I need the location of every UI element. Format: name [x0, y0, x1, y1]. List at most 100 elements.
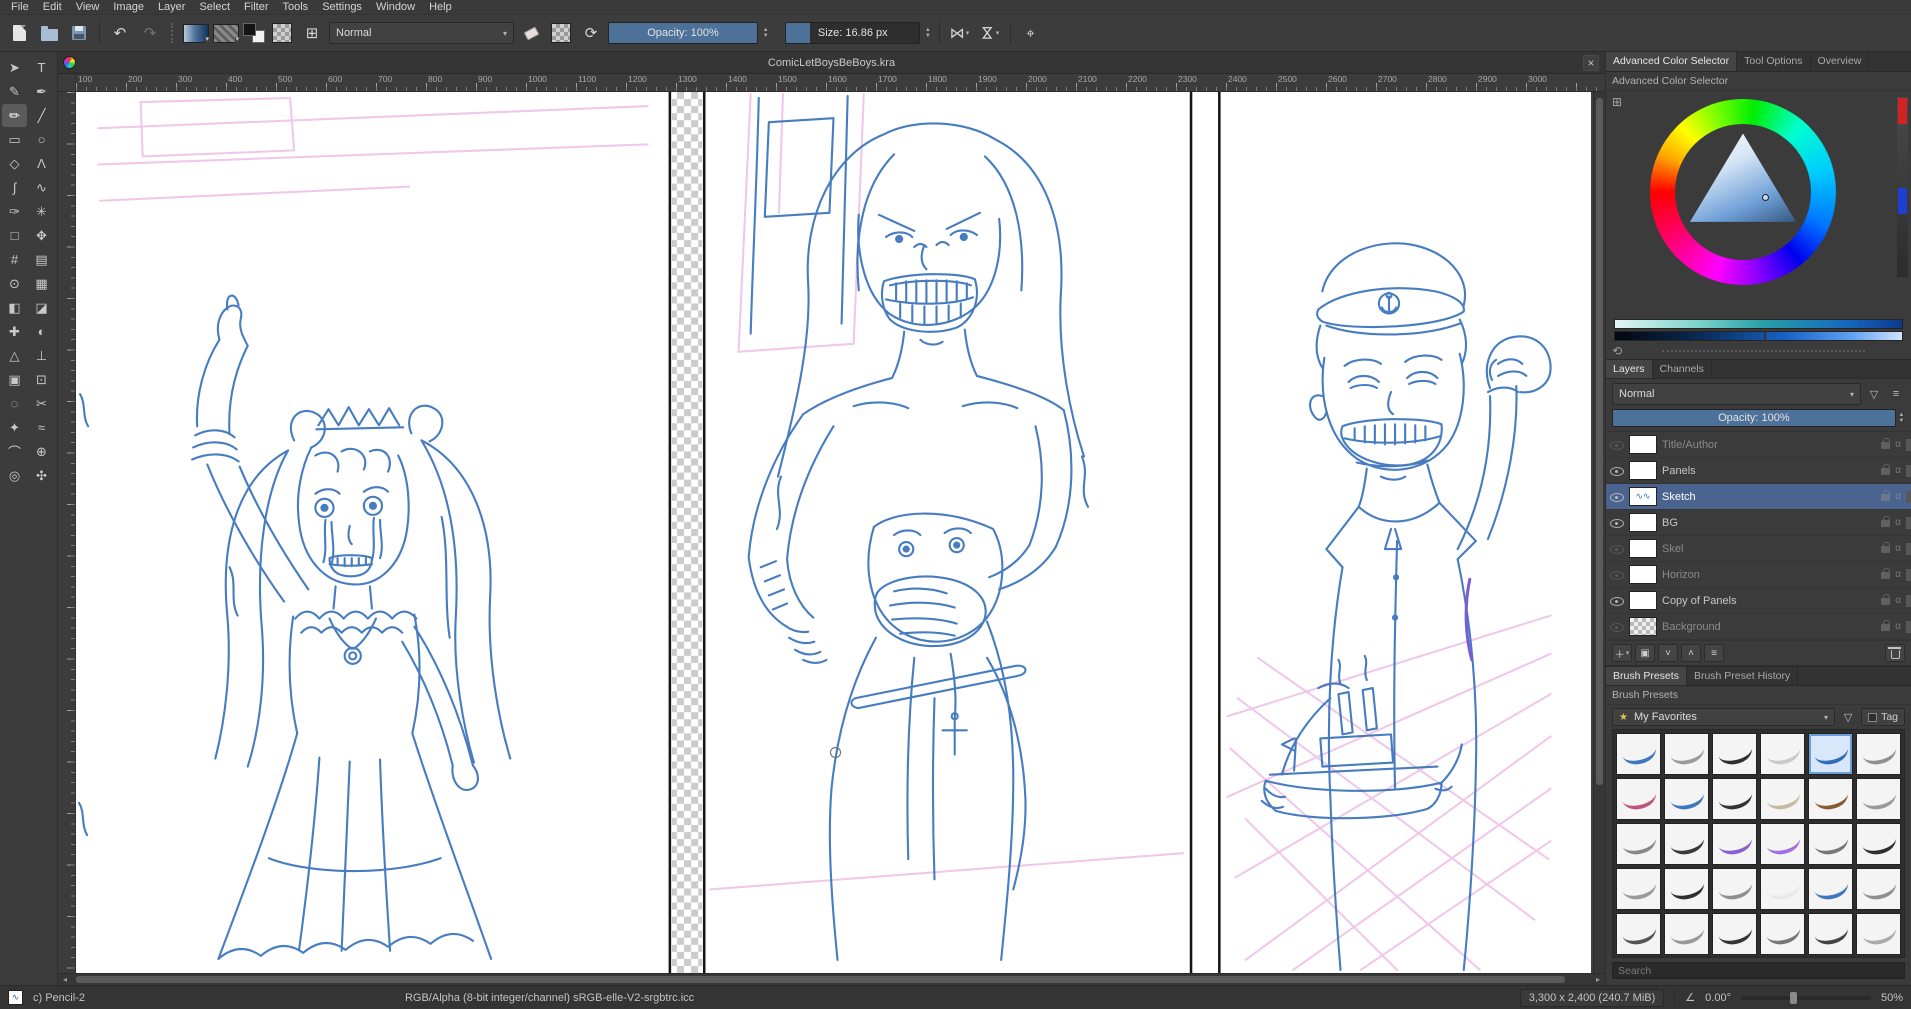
canvas-angle-value[interactable]: 0.00° — [1705, 992, 1731, 1004]
fill-tool[interactable]: ◧ — [2, 296, 27, 319]
layers-docker-tab[interactable]: Layers — [1606, 360, 1653, 378]
brush-preset-tile[interactable] — [1760, 868, 1805, 910]
vertical-scrollbar-thumb[interactable] — [1596, 98, 1603, 786]
polygon-tool[interactable]: ◇ — [2, 152, 27, 175]
spin-down-icon[interactable]: ▾ — [764, 32, 767, 40]
layer-row[interactable]: Skel α — [1606, 536, 1911, 562]
layer-options-icon[interactable]: ≡ — [1887, 385, 1905, 403]
alpha-lock-icon[interactable]: α — [1895, 517, 1901, 528]
brush-preset-tile[interactable] — [1760, 733, 1805, 775]
zoom-tool[interactable]: ◎ — [2, 464, 27, 487]
undo-button[interactable]: ↶ — [107, 20, 133, 46]
docker-tab[interactable]: Overview — [1811, 52, 1870, 71]
fg-bg-color-selector[interactable] — [243, 23, 265, 43]
brush-preset-tile[interactable] — [1712, 823, 1757, 865]
visibility-eye-icon[interactable] — [1610, 568, 1624, 581]
workspace-chooser-button[interactable]: ⊞ — [299, 20, 325, 46]
text-tool[interactable]: T — [29, 56, 54, 79]
menu-item[interactable]: Window — [369, 1, 422, 13]
layer-row[interactable]: Sketch α — [1606, 484, 1911, 510]
brush-preset-tile[interactable] — [1616, 868, 1661, 910]
tag-toggle-button[interactable]: Tag — [1861, 708, 1905, 726]
gradient-tool[interactable]: ▤ — [29, 248, 54, 271]
brush-preset-tile[interactable] — [1712, 868, 1757, 910]
color-settings-icon[interactable]: ⊞ — [1612, 95, 1622, 109]
save-document-button[interactable] — [66, 20, 92, 46]
preserve-alpha-button[interactable] — [548, 20, 574, 46]
blending-mode-dropdown[interactable]: Normal ▾ — [329, 22, 514, 44]
brush-preset-tile[interactable] — [1616, 823, 1661, 865]
color-history-column[interactable] — [1897, 97, 1908, 277]
eraser-toggle-button[interactable] — [518, 20, 544, 46]
scroll-left-icon[interactable]: ◂ — [58, 975, 72, 984]
preset-filter-icon[interactable]: ▽ — [1839, 708, 1857, 726]
brush-preset-tile[interactable] — [1856, 778, 1901, 820]
menu-item[interactable]: File — [4, 1, 36, 13]
brush-preset-tile[interactable] — [1664, 823, 1709, 865]
brush-preset-tile[interactable] — [1664, 913, 1709, 955]
line-tool[interactable]: ╱ — [29, 104, 54, 127]
ellipse-tool[interactable]: ○ — [29, 128, 54, 151]
brush-preset-tile[interactable] — [1808, 823, 1853, 865]
new-document-button[interactable] — [6, 20, 32, 46]
lock-icon[interactable] — [1881, 464, 1891, 475]
layer-row[interactable]: Copy of Panels α — [1606, 588, 1911, 614]
docker-tab[interactable]: Advanced Color Selector — [1606, 52, 1738, 71]
pattern-chooser-button[interactable]: ▾ — [213, 23, 239, 43]
visibility-eye-icon[interactable] — [1610, 438, 1624, 451]
gradient-chooser-button[interactable]: ▾ — [183, 23, 209, 43]
open-document-button[interactable] — [36, 20, 62, 46]
current-preset-chip[interactable]: ∿ — [8, 990, 23, 1005]
refresh-history-icon[interactable]: ⟲ — [1612, 344, 1622, 358]
foreground-color-swatch[interactable] — [243, 23, 256, 36]
alpha-lock-icon[interactable]: α — [1895, 621, 1901, 632]
menu-item[interactable]: Edit — [36, 1, 69, 13]
canvas-angle-icon[interactable]: ∠ — [1685, 991, 1695, 1004]
canvas-artwork[interactable] — [76, 92, 1591, 973]
brush-preset-tile[interactable] — [1712, 778, 1757, 820]
toolbar-grip[interactable] — [171, 23, 175, 43]
brush-preset-tile[interactable] — [1808, 868, 1853, 910]
horizontal-scrollbar-thumb[interactable] — [76, 976, 1565, 983]
advanced-color-selector[interactable]: ⊞ — [1606, 91, 1911, 317]
hue-ring[interactable] — [1650, 99, 1836, 285]
close-document-button[interactable]: × — [1583, 54, 1599, 71]
measure-tool[interactable]: ⊥ — [29, 344, 54, 367]
rectangle-tool[interactable]: ▭ — [2, 128, 27, 151]
move-tool[interactable]: ✥ — [29, 224, 54, 247]
color-sampler-tool[interactable]: ⊙ — [2, 272, 27, 295]
freehand-brush-tool[interactable]: ✏ — [2, 104, 27, 127]
enclose-fill-tool[interactable]: ◪ — [29, 296, 54, 319]
brush-docker-tab[interactable]: Brush Preset History — [1687, 667, 1799, 685]
contiguous-select-tool[interactable]: ≈ — [29, 416, 54, 439]
brush-preset-tile[interactable] — [1616, 733, 1661, 775]
visibility-eye-icon[interactable] — [1610, 516, 1624, 529]
brush-preset-tile[interactable] — [1760, 823, 1805, 865]
polygon-select-tool[interactable]: ✦ — [2, 416, 27, 439]
docker-resize-handle[interactable] — [1662, 350, 1865, 352]
layer-filter-icon[interactable]: ▽ — [1865, 385, 1883, 403]
edit-shapes-tool[interactable]: ✎ — [2, 80, 27, 103]
layer-opacity-spinner[interactable]: ▴ ▾ — [1898, 411, 1905, 425]
brush-preset-tile[interactable] — [1808, 913, 1853, 955]
zoom-level-value[interactable]: 50% — [1881, 992, 1903, 1004]
vertical-scrollbar[interactable] — [1593, 92, 1605, 973]
bezier-curve-tool[interactable]: ∫ — [2, 176, 27, 199]
visibility-eye-icon[interactable] — [1610, 464, 1624, 477]
brush-preset-tile[interactable] — [1856, 733, 1901, 775]
magnetic-select-tool[interactable]: ⊕ — [29, 440, 54, 463]
brush-preset-tile[interactable] — [1664, 733, 1709, 775]
layer-properties-button[interactable]: ≡ — [1704, 644, 1724, 662]
brush-preset-tile[interactable] — [1760, 778, 1805, 820]
brush-preset-tile[interactable] — [1856, 868, 1901, 910]
polyline-tool[interactable]: Λ — [29, 152, 54, 175]
ellipse-select-tool[interactable]: ◌ — [2, 392, 27, 415]
tag-checkbox[interactable] — [1868, 712, 1878, 722]
menu-item[interactable]: Select — [192, 1, 237, 13]
brush-preset-tile[interactable] — [1712, 913, 1757, 955]
visibility-eye-icon[interactable] — [1610, 594, 1624, 607]
lock-icon[interactable] — [1881, 568, 1891, 579]
horizontal-scrollbar[interactable]: ◂ ▸ — [58, 973, 1605, 985]
colorize-mask-tool[interactable]: ◐ — [29, 320, 54, 343]
smart-patch-tool[interactable]: ✚ — [2, 320, 27, 343]
